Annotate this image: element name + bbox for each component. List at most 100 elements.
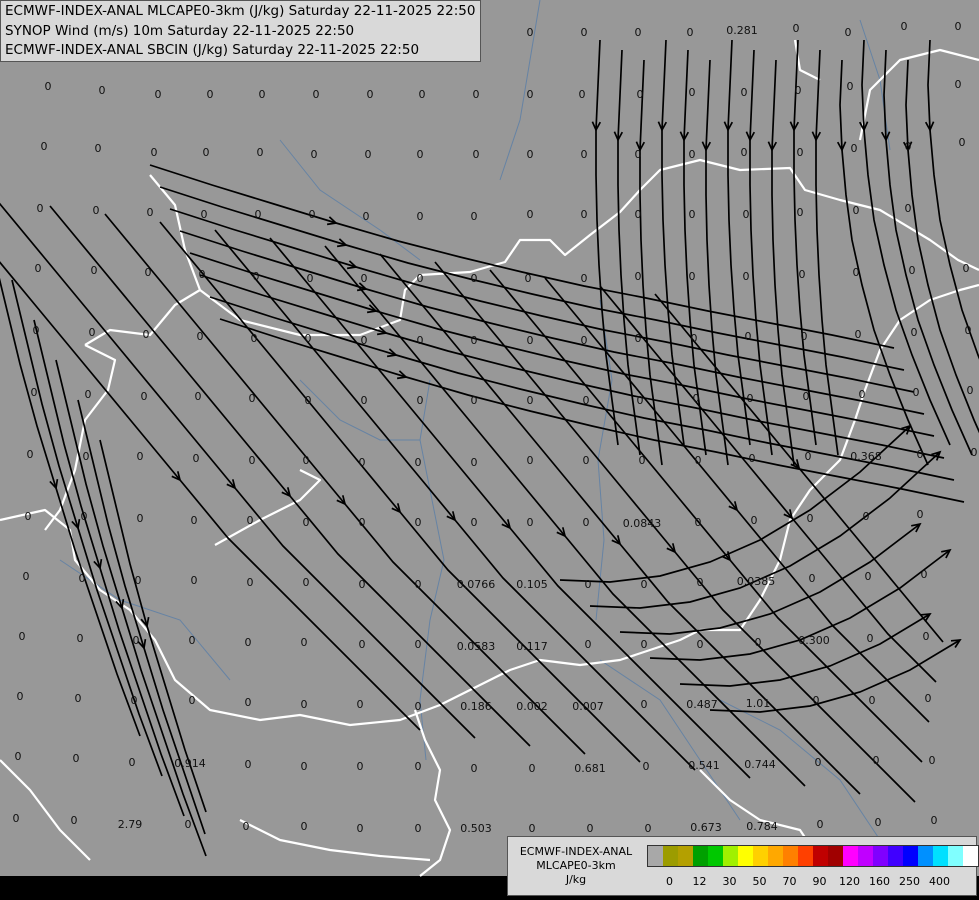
- field-value-label: 0: [637, 88, 644, 101]
- field-value-label: 0: [99, 84, 106, 97]
- field-value-label: 0: [143, 328, 150, 341]
- field-value-label: 0: [255, 208, 262, 221]
- field-value-label: 0: [131, 694, 138, 707]
- field-value-label: 0: [135, 574, 142, 587]
- field-value-label: 0: [797, 206, 804, 219]
- legend-swatch: [918, 846, 933, 866]
- field-value-label: 0: [359, 578, 366, 591]
- legend-swatch: [948, 846, 963, 866]
- field-value-label: 0: [581, 26, 588, 39]
- field-value-label: 0: [415, 638, 422, 651]
- field-value-label: 0: [203, 146, 210, 159]
- legend-swatch: [678, 846, 693, 866]
- field-value-label: 0: [147, 206, 154, 219]
- field-value-label: 0: [357, 760, 364, 773]
- field-value-label: 0: [641, 638, 648, 651]
- field-value-label: 0: [581, 208, 588, 221]
- legend-swatch: [873, 846, 888, 866]
- legend-swatch: [888, 846, 903, 866]
- field-value-label: 0: [527, 516, 534, 529]
- field-value-label: 0: [193, 452, 200, 465]
- field-value-label: 0: [855, 328, 862, 341]
- field-value-label: 0: [151, 146, 158, 159]
- title-line-synop-wind: SYNOP Wind (m/s) 10m Saturday 22-11-2025…: [5, 22, 355, 39]
- legend-swatch: [768, 846, 783, 866]
- field-value-label: 0: [367, 88, 374, 101]
- field-value-label: 0: [359, 516, 366, 529]
- field-value-label: 0: [527, 208, 534, 221]
- legend-swatch: [783, 846, 798, 866]
- legend-swatch: [723, 846, 738, 866]
- field-value-label: 0: [635, 26, 642, 39]
- legend-swatch: [963, 846, 978, 866]
- field-value-label: 0: [415, 700, 422, 713]
- field-value-label: 0: [859, 388, 866, 401]
- field-value-label: 0: [585, 638, 592, 651]
- field-value-label: 0: [925, 692, 932, 705]
- field-value-label: 0: [911, 326, 918, 339]
- field-value-label: 0: [77, 632, 84, 645]
- field-value-label: 0: [635, 270, 642, 283]
- field-value-label: 0: [93, 204, 100, 217]
- field-value-label: 0: [527, 26, 534, 39]
- field-value-label: 0: [583, 454, 590, 467]
- field-value-label: 0: [79, 572, 86, 585]
- field-value-label: 0: [415, 760, 422, 773]
- field-value-label: 0: [955, 20, 962, 33]
- field-value-label: 0: [473, 88, 480, 101]
- legend-swatch: [648, 846, 663, 866]
- field-value-label: 0.368: [850, 450, 882, 463]
- field-value-label: 0: [361, 394, 368, 407]
- field-value-label: 0.105: [516, 578, 548, 591]
- field-value-label: 0: [197, 330, 204, 343]
- legend-swatch: [708, 846, 723, 866]
- legend-tick-label: 50: [752, 875, 767, 888]
- field-value-label: 0: [525, 272, 532, 285]
- legend-tick-label: 0: [666, 875, 673, 888]
- field-value-label: 0: [527, 394, 534, 407]
- field-value-label: 0: [301, 820, 308, 833]
- field-value-label: 0: [815, 756, 822, 769]
- legend-title-line: MLCAPE0-3km: [536, 859, 616, 872]
- field-value-label: 0: [955, 78, 962, 91]
- field-value-label: 0: [527, 148, 534, 161]
- legend-swatch: [843, 846, 858, 866]
- field-value-label: 0: [471, 456, 478, 469]
- field-value-label: 0: [207, 88, 214, 101]
- field-value-label: 0.0843: [623, 517, 662, 530]
- field-value-label: 0: [527, 88, 534, 101]
- field-value-label: 0: [965, 324, 972, 337]
- field-value-label: 0: [643, 760, 650, 773]
- legend-swatch: [828, 846, 843, 866]
- field-value-label: 0: [145, 266, 152, 279]
- field-value-label: 0.914: [174, 757, 206, 770]
- field-value-label: 0: [751, 514, 758, 527]
- field-value-label: 0: [869, 694, 876, 707]
- field-value-label: 0: [931, 814, 938, 827]
- field-value-label: 0: [967, 384, 974, 397]
- field-value-label: 0: [137, 512, 144, 525]
- field-value-label: 0: [75, 692, 82, 705]
- field-value-label: 0: [15, 750, 22, 763]
- field-value-label: 0: [357, 822, 364, 835]
- field-value-label: 0: [33, 324, 40, 337]
- field-value-label: 0.0766: [457, 578, 496, 591]
- field-value-label: 0: [361, 272, 368, 285]
- field-value-label: 0: [415, 822, 422, 835]
- field-value-label: 0: [417, 334, 424, 347]
- weather-map: 0 0 0 0 0 0 0 0 0 0 0 0 0 0.281 0 0 0 0 0 0 0 0 0 0 0 0 0 0 0 0 0 0 0 0 0 0…: [0, 0, 979, 900]
- field-value-label: 0: [795, 84, 802, 97]
- field-value-label: 0: [23, 570, 30, 583]
- field-value-label: 0: [689, 208, 696, 221]
- field-value-label: 0: [301, 760, 308, 773]
- field-value-label: 0: [141, 390, 148, 403]
- field-value-label: 0: [81, 510, 88, 523]
- legend-tick-label: 70: [782, 875, 797, 888]
- field-value-label: 0: [83, 450, 90, 463]
- field-value-label: 0: [581, 148, 588, 161]
- legend-swatch: [903, 846, 918, 866]
- field-value-label: 0: [697, 576, 704, 589]
- field-value-label: 0: [637, 394, 644, 407]
- field-value-label: 0: [805, 450, 812, 463]
- field-value-label: 0: [245, 758, 252, 771]
